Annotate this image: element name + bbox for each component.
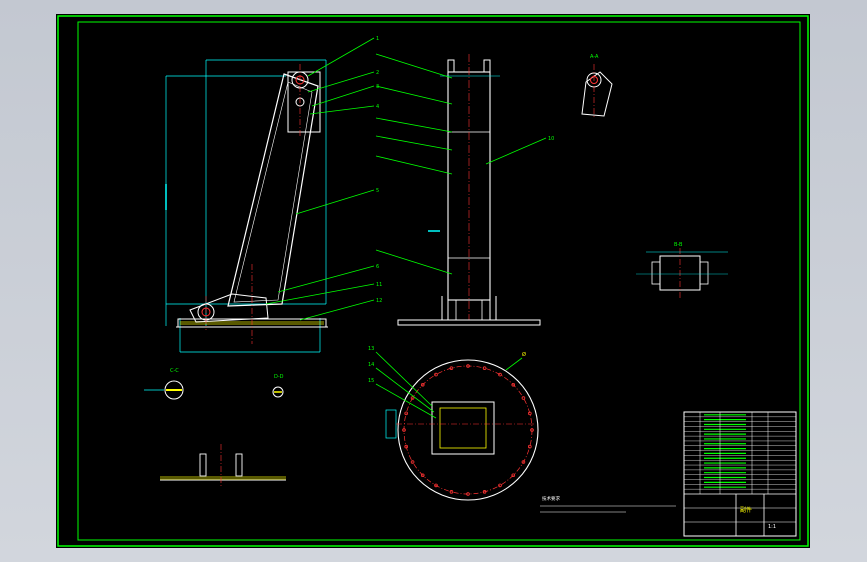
svg-text:Ø: Ø — [522, 351, 526, 358]
plan-view: 13 14 15 Ø 技术要求 — [368, 346, 676, 513]
svg-text:C-C: C-C — [170, 368, 179, 374]
lug-detail: A-A — [581, 54, 613, 118]
inner-border — [77, 21, 801, 541]
title-block: 副件 1:1 — [683, 411, 797, 537]
svg-text:2: 2 — [376, 70, 379, 76]
svg-text:15: 15 — [368, 378, 374, 384]
svg-text:13: 13 — [368, 346, 374, 352]
svg-text:11: 11 — [376, 282, 382, 288]
svg-text:10: 10 — [548, 136, 554, 142]
svg-text:6: 6 — [376, 264, 379, 270]
svg-text:B-B: B-B — [674, 242, 683, 248]
sheet-scale: 1:1 — [768, 524, 776, 530]
svg-text:1: 1 — [376, 36, 379, 42]
svg-text:12: 12 — [376, 298, 382, 304]
bolt-hole — [498, 483, 502, 488]
svg-text:14: 14 — [368, 362, 374, 368]
outer-border — [57, 15, 809, 547]
cad-viewport[interactable]: 1 2 3 4 5 6 11 12 10 A-A B-B C-C D-D 13 … — [0, 0, 867, 562]
bracket-section — [160, 444, 286, 488]
svg-text:技术要求: 技术要求 — [542, 495, 560, 502]
svg-text:4: 4 — [376, 104, 379, 110]
front-view: 10 — [375, 53, 554, 326]
pin-section: B-B — [636, 242, 728, 298]
bolt-hole-pattern — [402, 364, 534, 496]
svg-text:5: 5 — [376, 188, 379, 194]
drawing-canvas: 1 2 3 4 5 6 11 12 10 A-A B-B C-C D-D 13 … — [57, 15, 809, 547]
svg-text:D-D: D-D — [274, 374, 284, 380]
side-view: 1 2 3 4 5 6 11 12 — [165, 36, 382, 353]
small-sections: C-C D-D — [144, 368, 284, 400]
svg-text:A-A: A-A — [590, 54, 599, 60]
bom-rows — [684, 414, 796, 490]
title-text: 副件 — [740, 506, 752, 514]
drawing-sheet: 1 2 3 4 5 6 11 12 10 A-A B-B C-C D-D 13 … — [56, 14, 810, 548]
